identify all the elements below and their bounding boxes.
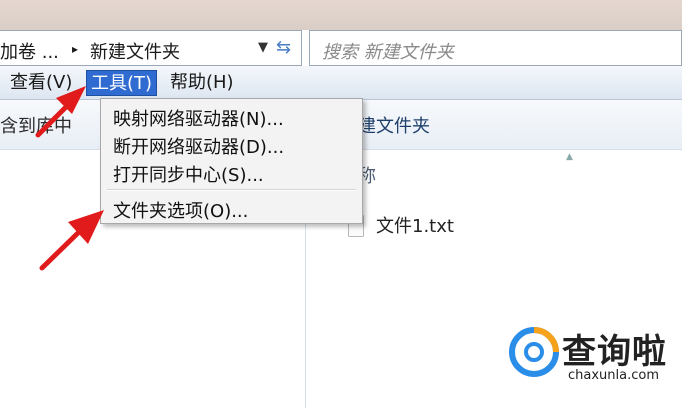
menu-item-folder-options[interactable]: 文件夹选项(O)... (113, 197, 248, 223)
breadcrumb-folder[interactable]: 新建文件夹 (90, 38, 180, 64)
folder-title: 建文件夹 (358, 116, 430, 137)
search-placeholder: 搜索 新建文件夹 (322, 42, 454, 63)
breadcrumb-separator-icon: ▸ (72, 42, 79, 56)
watermark-url: chaxunla.com (568, 368, 659, 383)
tools-dropdown-menu: 映射网络驱动器(N)... 断开网络驱动器(D)... 打开同步中心(S)...… (100, 98, 363, 224)
file-item[interactable]: 文件1.txt (376, 212, 454, 238)
menu-separator (107, 189, 356, 191)
sort-arrow-icon: ▲ (566, 152, 573, 162)
watermark-brand: 查询啦 (562, 332, 667, 372)
menu-tools[interactable]: 工具(T) (86, 70, 158, 96)
search-input[interactable]: 搜索 新建文件夹 (309, 30, 682, 66)
window-top-strip (0, 0, 682, 30)
chaxunla-logo-icon (509, 327, 559, 377)
address-dropdown-icon[interactable]: ▼ (258, 40, 268, 55)
breadcrumb-volume[interactable]: 加卷 ... (0, 38, 59, 64)
include-in-library-button[interactable]: 含到库中 (0, 112, 72, 138)
menu-view[interactable]: 查看(V) (6, 70, 76, 96)
menu-item-open-sync-center[interactable]: 打开同步中心(S)... (113, 161, 264, 187)
menu-item-map-network-drive[interactable]: 映射网络驱动器(N)... (113, 105, 284, 131)
refresh-icon[interactable]: ⇆ (276, 37, 291, 58)
menu-item-disconnect-network-drive[interactable]: 断开网络驱动器(D)... (113, 133, 284, 159)
address-bar[interactable]: 加卷 ... ▸ 新建文件夹 ▼ ⇆ (0, 30, 302, 66)
menu-bar: 查看(V) 工具(T) 帮助(H) (0, 66, 682, 100)
menu-help[interactable]: 帮助(H) (166, 70, 238, 96)
